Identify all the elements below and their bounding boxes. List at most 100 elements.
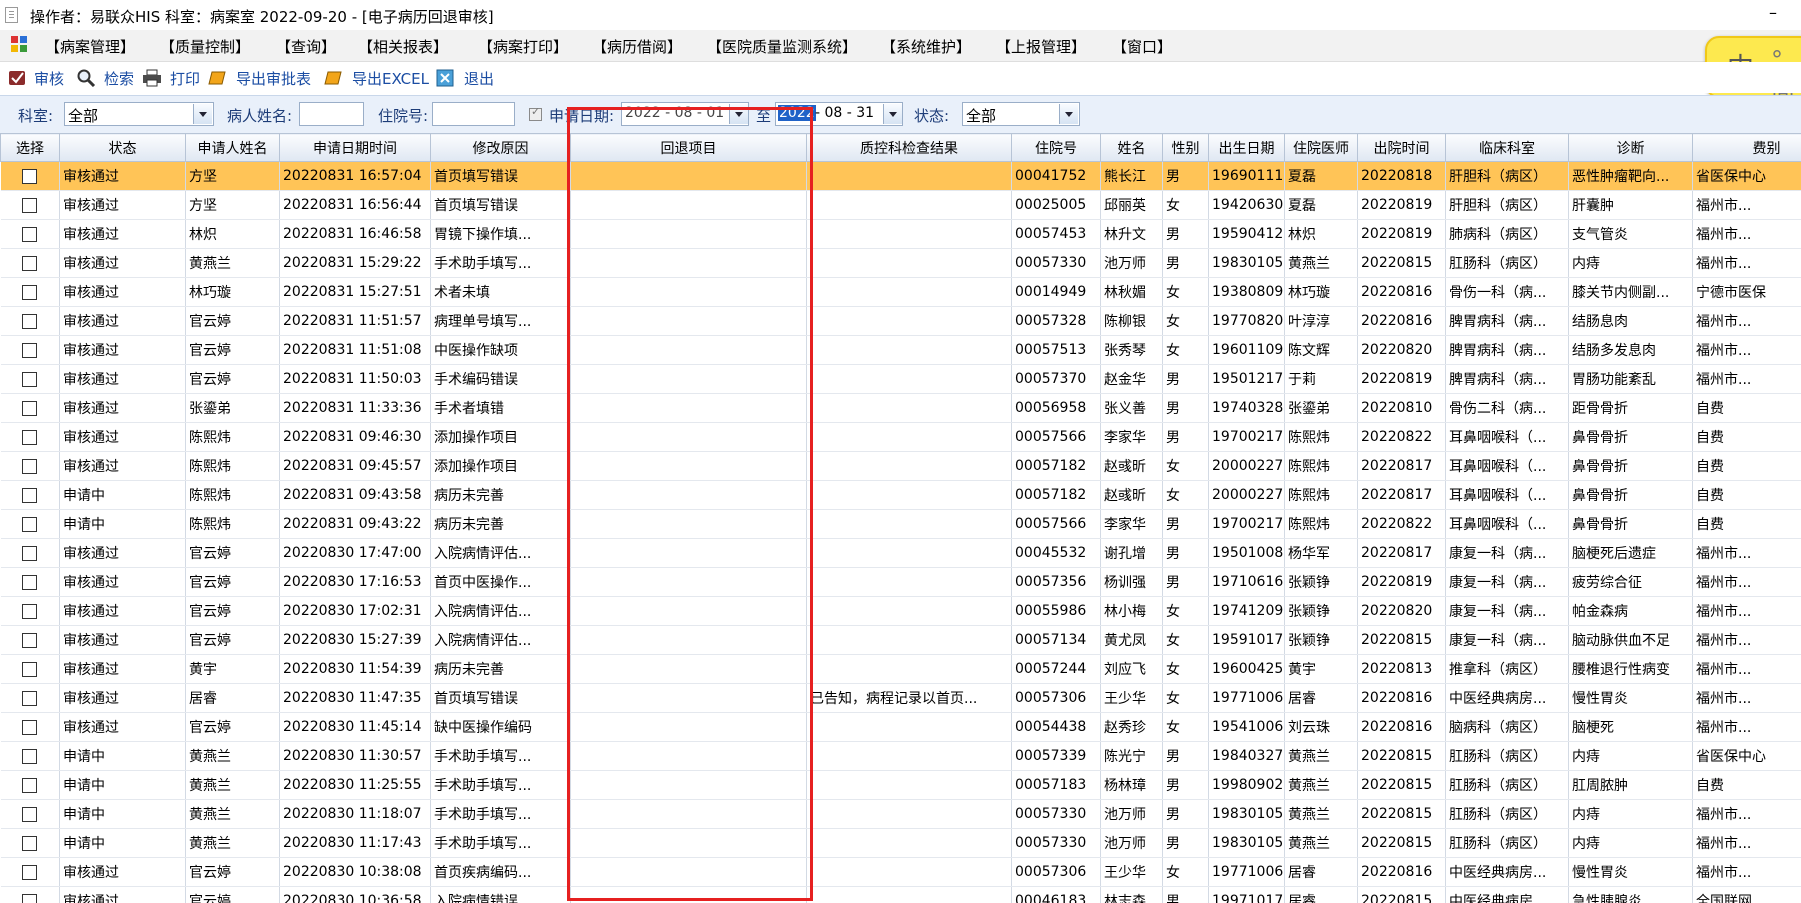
row-checkbox[interactable]	[22, 226, 38, 242]
menu-case-print[interactable]: 【病案打印】	[478, 36, 568, 57]
menu-quality-control[interactable]: 【质量控制】	[160, 36, 250, 57]
menu-report-management[interactable]: 【上报管理】	[996, 36, 1086, 57]
column-header[interactable]: 住院医师	[1284, 133, 1358, 162]
row-checkbox[interactable]	[22, 342, 38, 358]
patient-name-input[interactable]	[299, 102, 364, 126]
status-select[interactable]: 全部	[962, 102, 1080, 126]
column-header[interactable]: 诊断	[1568, 133, 1693, 162]
column-header[interactable]: 出生日期	[1208, 133, 1285, 162]
table-row[interactable]: 申请中 黄燕兰 20220830 11:30:57 手术助手填写... 00057339…	[0, 741, 1801, 771]
table-row[interactable]: 审核通过 陈熙炜 20220831 09:45:57 添加操作项目 00057182 赵彧…	[0, 451, 1801, 481]
table-row[interactable]: 申请中 陈熙炜 20220831 09:43:22 病历未完善 00057566 李家华男…	[0, 509, 1801, 539]
row-checkbox[interactable]	[22, 632, 38, 648]
table-row[interactable]: 审核通过 黄宇 20220830 11:54:39 病历未完善 00057244 刘应飞女…	[0, 654, 1801, 684]
row-checkbox[interactable]	[22, 893, 38, 903]
table-row[interactable]: 申请中 黄燕兰 20220830 11:18:07 手术助手填写... 00057330…	[0, 799, 1801, 829]
table-cell: 赵金华	[1100, 364, 1163, 394]
row-checkbox[interactable]	[22, 864, 38, 880]
row-checkbox[interactable]	[22, 371, 38, 387]
row-checkbox[interactable]	[22, 806, 38, 822]
row-checkbox[interactable]	[22, 313, 38, 329]
row-checkbox[interactable]	[22, 458, 38, 474]
menu-case-management[interactable]: 【病案管理】	[45, 36, 135, 57]
table-row[interactable]: 审核通过 官云婷 20220831 11:51:57 病理单号填写... 0005732…	[0, 306, 1801, 336]
column-header[interactable]: 申请人姓名	[185, 133, 280, 162]
table-row[interactable]: 审核通过 官云婷 20220830 15:27:39 入院病情评估... 0005713…	[0, 625, 1801, 655]
table-row[interactable]: 审核通过 官云婷 20220830 10:36:58 入院病情错误 00046183 林志…	[0, 886, 1801, 903]
column-header[interactable]: 临床科室	[1445, 133, 1569, 162]
row-checkbox[interactable]	[22, 516, 38, 532]
row-checkbox[interactable]	[22, 777, 38, 793]
column-header[interactable]: 出院时间	[1357, 133, 1446, 162]
table-row[interactable]: 审核通过 官云婷 20220830 17:47:00 入院病情评估... 0004553…	[0, 538, 1801, 568]
row-checkbox[interactable]	[22, 835, 38, 851]
date-from-picker[interactable]: 2022 - 08 - 01	[621, 102, 749, 126]
exit-button[interactable]: 退出	[436, 66, 498, 90]
column-header[interactable]: 申请日期时间	[279, 133, 431, 162]
row-checkbox[interactable]	[22, 429, 38, 445]
table-row[interactable]: 审核通过 黄燕兰 20220831 15:29:22 手术助手填写... 0005733…	[0, 248, 1801, 278]
row-checkbox[interactable]	[22, 545, 38, 561]
menu-quality-monitor[interactable]: 【医院质量监测系统】	[707, 36, 857, 57]
table-row[interactable]: 审核通过 官云婷 20220830 17:16:53 首页中医操作... 0005735…	[0, 567, 1801, 597]
export-approval-button[interactable]: 导出审批表	[208, 66, 318, 90]
table-row[interactable]: 审核通过 张鎏弟 20220831 11:33:36 手术者填错 00056958 张义善…	[0, 393, 1801, 423]
inpatient-no-input[interactable]	[432, 102, 515, 126]
row-checkbox[interactable]	[22, 748, 38, 764]
date-to-picker[interactable]: 2022 - 08 - 31	[775, 102, 903, 126]
column-header[interactable]: 状态	[59, 133, 186, 162]
table-row[interactable]: 审核通过 官云婷 20220831 11:51:08 中医操作缺项 00057513 张秀…	[0, 335, 1801, 365]
row-checkbox[interactable]	[22, 603, 38, 619]
search-button[interactable]: 检索	[76, 66, 138, 90]
apply-date-checkbox[interactable]	[529, 105, 542, 121]
row-checkbox[interactable]	[22, 661, 38, 677]
chevron-down-icon[interactable]	[1059, 104, 1078, 124]
export-excel-button[interactable]: 导出EXCEL	[324, 66, 434, 90]
table-row[interactable]: 申请中 陈熙炜 20220831 09:43:58 病历未完善 00057182 赵彧昕女…	[0, 480, 1801, 510]
table-row[interactable]: 审核通过 林炽 20220831 16:46:58 胃镜下操作填... 00057453…	[0, 219, 1801, 249]
menu-window[interactable]: 【窗口】	[1112, 36, 1172, 57]
calendar-dropdown-icon[interactable]	[883, 104, 902, 124]
table-row[interactable]: 审核通过 陈熙炜 20220831 09:46:30 添加操作项目 00057566 李家…	[0, 422, 1801, 452]
column-header[interactable]: 性别	[1162, 133, 1209, 162]
column-header[interactable]: 选择	[0, 133, 60, 162]
table-row[interactable]: 审核通过 官云婷 20220830 17:02:31 入院病情评估... 0005598…	[0, 596, 1801, 626]
column-header[interactable]: 质控科检查结果	[806, 133, 1012, 162]
menu-record-borrow[interactable]: 【病历借阅】	[592, 36, 682, 57]
calendar-dropdown-icon[interactable]	[729, 104, 748, 124]
approve-button[interactable]: 审核	[8, 66, 70, 90]
table-cell: 胃肠功能紊乱	[1568, 364, 1693, 394]
row-checkbox[interactable]	[22, 574, 38, 590]
column-header[interactable]: 修改原因	[430, 133, 571, 162]
row-checkbox[interactable]	[22, 284, 38, 300]
table-row[interactable]: 审核通过 方坚 20220831 16:57:04 首页填写错误 00041752 熊长江…	[0, 161, 1801, 191]
print-button[interactable]: 打印	[142, 66, 204, 90]
minimize-button[interactable]: –	[1762, 4, 1784, 24]
column-header[interactable]: 回退项目	[570, 133, 807, 162]
row-checkbox[interactable]	[22, 168, 38, 184]
chevron-down-icon[interactable]	[193, 104, 212, 124]
row-checkbox[interactable]	[22, 400, 38, 416]
app-menu-icon[interactable]	[11, 36, 27, 52]
dept-select[interactable]: 全部	[64, 102, 214, 126]
table-row[interactable]: 申请中 黄燕兰 20220830 11:17:43 手术助手填写... 00057330…	[0, 828, 1801, 858]
row-checkbox[interactable]	[22, 719, 38, 735]
table-row[interactable]: 审核通过 方坚 20220831 16:56:44 首页填写错误 00025005 邱丽英…	[0, 190, 1801, 220]
table-row[interactable]: 审核通过 官云婷 20220830 11:45:14 缺中医操作编码 00054438 赵…	[0, 712, 1801, 742]
table-row[interactable]: 审核通过 官云婷 20220830 10:38:08 首页疾病编码... 0005730…	[0, 857, 1801, 887]
column-header[interactable]: 费别	[1692, 133, 1801, 162]
table-cell: 病历未完善	[430, 509, 571, 539]
table-row[interactable]: 审核通过 官云婷 20220831 11:50:03 手术编码错误 00057370 赵金…	[0, 364, 1801, 394]
table-row[interactable]: 审核通过 居睿 20220830 11:47:35 首页填写错误 已告知，病程记录以首页…	[0, 683, 1801, 713]
row-checkbox[interactable]	[22, 690, 38, 706]
row-checkbox[interactable]	[22, 255, 38, 271]
table-row[interactable]: 审核通过 林巧璇 20220831 15:27:51 术者未填 00014949 林秋媚女…	[0, 277, 1801, 307]
menu-system-maintenance[interactable]: 【系统维护】	[881, 36, 971, 57]
row-checkbox[interactable]	[22, 487, 38, 503]
menu-reports[interactable]: 【相关报表】	[358, 36, 448, 57]
column-header[interactable]: 住院号	[1011, 133, 1101, 162]
table-row[interactable]: 申请中 黄燕兰 20220830 11:25:55 手术助手填写... 00057183…	[0, 770, 1801, 800]
column-header[interactable]: 姓名	[1100, 133, 1163, 162]
row-checkbox[interactable]	[22, 197, 38, 213]
menu-query[interactable]: 【查询】	[276, 36, 336, 57]
